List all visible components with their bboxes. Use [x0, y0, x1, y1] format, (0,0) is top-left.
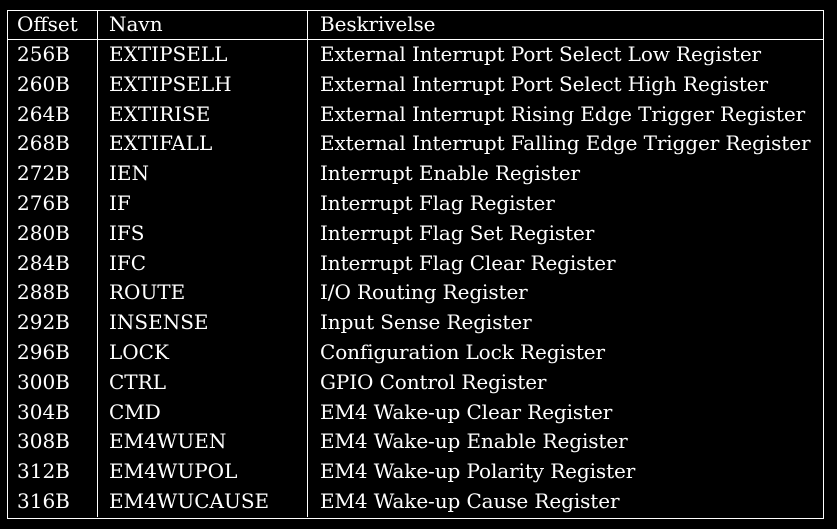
- cell-description: EM4 Wake-up Clear Register: [320, 399, 613, 424]
- cell-offset: 276B: [7, 188, 98, 219]
- cell-offset: 260B: [7, 69, 98, 100]
- cell-name: IEN: [97, 159, 308, 189]
- cell-name: EXTIPSELH: [97, 69, 308, 100]
- table-row: 276B IF Interrupt Flag Register: [7, 188, 824, 219]
- table-row: 312B EM4WUPOL EM4 Wake-up Polarity Registe…: [7, 457, 824, 487]
- cell-name: CTRL: [97, 367, 308, 398]
- cell-description: Interrupt Enable Register: [320, 161, 580, 186]
- cell-name: IF: [97, 188, 308, 219]
- cell-offset: 292B: [7, 308, 98, 338]
- table-row: 308B EM4WUEN EM4 Wake-up Enable Register: [7, 427, 824, 458]
- cell-name: CMD: [97, 397, 308, 428]
- table-row: 260B EXTIPSELH External Interrupt Port Sel…: [7, 69, 824, 100]
- table-row: 292B INSENSE Input Sense Register: [7, 308, 824, 338]
- table-row: 288B ROUTE I/O Routing Register: [7, 278, 824, 309]
- cell-description: External Interrupt Rising Edge Trigger R…: [320, 101, 806, 126]
- table-row: 280B IFS Interrupt Flag Set Register: [7, 218, 824, 249]
- table-row: 256B EXTIPSELL External Interrupt Port Sel…: [7, 39, 824, 70]
- cell-offset: 304B: [7, 397, 98, 428]
- cell-name: EXTIPSELL: [97, 39, 308, 70]
- cell-description: EM4 Wake-up Cause Register: [320, 488, 620, 513]
- cell-name: IFS: [97, 218, 308, 249]
- cell-offset: 296B: [7, 337, 98, 368]
- cell-offset: 316B: [7, 486, 98, 517]
- cell-name: EXTIRISE: [97, 99, 308, 130]
- header-name: Navn: [97, 10, 308, 40]
- cell-description: External Interrupt Port Select Low Regis…: [320, 42, 762, 66]
- cell-offset: 272B: [7, 159, 98, 189]
- cell-offset: 300B: [7, 367, 98, 398]
- cell-description: Interrupt Flag Clear Register: [320, 250, 616, 275]
- cell-offset: 268B: [7, 129, 98, 160]
- cell-name: INSENSE: [97, 308, 308, 338]
- cell-description: GPIO Control Register: [320, 369, 547, 394]
- cell-description: Interrupt Flag Register: [320, 190, 555, 215]
- table-row: 264B EXTIRISE External Interrupt Rising Ed…: [7, 99, 824, 130]
- cell-offset: 256B: [7, 39, 98, 70]
- cell-description: Configuration Lock Register: [320, 339, 605, 364]
- table-row: 304B CMD EM4 Wake-up Clear Register: [7, 397, 824, 428]
- cell-name: EXTIFALL: [97, 129, 308, 160]
- header-offset: Offset: [7, 10, 98, 40]
- cell-description: Interrupt Flag Set Register: [320, 220, 595, 245]
- header-description: Beskrivelse: [307, 10, 824, 40]
- cell-offset: 280B: [7, 218, 98, 249]
- table-header: Offset Navn Beskrivelse: [7, 10, 824, 40]
- table-row: 268B EXTIFALL External Interrupt Falling E…: [7, 129, 824, 160]
- table-row: 272B IEN Interrupt Enable Register: [7, 159, 824, 189]
- cell-offset: 288B: [7, 278, 98, 309]
- table-row: 296B LOCK Configuration Lock Register: [7, 337, 824, 368]
- cell-offset: 284B: [7, 248, 98, 279]
- cell-offset: 264B: [7, 99, 98, 130]
- cell-name: LOCK: [97, 337, 308, 368]
- cell-name: EM4WUPOL: [97, 457, 308, 487]
- cell-name: IFC: [97, 248, 308, 279]
- table-row: 284B IFC Interrupt Flag Clear Register: [7, 248, 824, 279]
- cell-offset: 312B: [7, 457, 98, 487]
- table-row: 300B CTRL GPIO Control Register: [7, 367, 824, 398]
- cell-name: ROUTE: [97, 278, 308, 309]
- cell-description: External Interrupt Falling Edge Trigger …: [320, 131, 811, 156]
- cell-name: EM4WUEN: [97, 427, 308, 458]
- cell-offset: 308B: [7, 427, 98, 458]
- cell-description: External Interrupt Port Select High Regi…: [320, 71, 769, 96]
- cell-description: I/O Routing Register: [320, 280, 528, 305]
- table-row: 316B EM4WUCAUSE EM4 Wake-up Cause Register: [7, 486, 824, 517]
- header-row: Offset Navn Beskrivelse: [7, 10, 824, 40]
- cell-name: EM4WUCAUSE: [97, 486, 308, 517]
- cell-description: EM4 Wake-up Polarity Register: [320, 459, 636, 484]
- table-body: 256B EXTIPSELL External Interrupt Port Sel…: [7, 39, 824, 517]
- cell-description: EM4 Wake-up Enable Register: [320, 429, 628, 454]
- register-table: Offset Navn Beskrivelse 256B EXTIPSELL Ext…: [7, 10, 824, 517]
- cell-description: Input Sense Register: [320, 310, 532, 335]
